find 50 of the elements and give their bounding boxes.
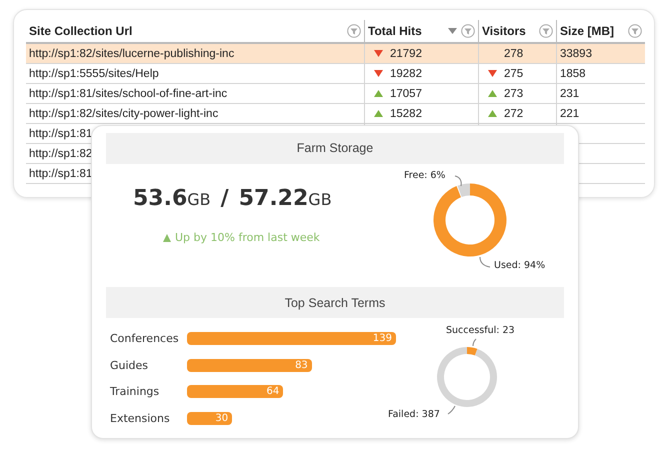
chart-label: Free: 6% xyxy=(404,170,446,181)
category-label: Guides xyxy=(110,358,150,372)
table-cell: 221 xyxy=(560,108,580,120)
table-cell: 21792 xyxy=(390,48,422,60)
bar: 83 xyxy=(187,358,312,372)
data-label: 83 xyxy=(295,360,309,370)
table-cell: 19282 xyxy=(390,68,422,80)
data-label: 64 xyxy=(266,386,280,397)
table-cell: http://sp1:5555/sites/Help xyxy=(29,68,159,80)
bar: 64 xyxy=(187,385,284,398)
table-cell: 15282 xyxy=(390,108,422,120)
table-cell: http://sp1:81/sites/school-of-fine-art-inc xyxy=(29,88,228,100)
data-label: 139 xyxy=(372,333,393,344)
filter-icon[interactable] xyxy=(347,24,361,38)
table-cell: 275 xyxy=(504,68,524,80)
leader-line xyxy=(480,256,490,268)
table-cell: 17057 xyxy=(390,88,422,100)
filter-icon[interactable] xyxy=(461,24,475,38)
table-row[interactable]: http://sp1:81/sites/school-of-fine-art-inc 17057 273 231 xyxy=(26,84,645,104)
table-cell: 278 xyxy=(504,48,524,60)
section-title: Top Search Terms xyxy=(284,296,386,310)
table-cell: http://sp1:82 xyxy=(29,148,92,160)
table-row[interactable]: http://sp1:5555/sites/Help 19282 275 1858 xyxy=(26,64,645,84)
table-cell: 33893 xyxy=(560,48,592,60)
table-cell: http://sp1:81 xyxy=(29,128,92,140)
bar: 30 xyxy=(187,412,232,424)
bar: 139 xyxy=(187,332,396,345)
filter-icon[interactable] xyxy=(539,24,553,38)
data-label: 30 xyxy=(215,412,230,424)
table-cell: 231 xyxy=(560,88,580,100)
table-cell: http://sp1:82/sites/city-power-light-inc xyxy=(29,108,218,120)
table-cell: 1858 xyxy=(560,68,586,80)
table-cell: 273 xyxy=(504,88,524,100)
leader-line xyxy=(472,338,476,346)
table-row[interactable]: http://sp1:82/sites/city-power-light-inc 15282 272 221 xyxy=(26,104,645,124)
category-label: Conferences xyxy=(110,332,180,345)
storage-total: 53.6GB / 57.22GB xyxy=(133,186,333,211)
filter-icon[interactable] xyxy=(628,24,642,38)
trend-text: Up by 10% from last week xyxy=(175,231,320,244)
leader-line xyxy=(448,406,456,414)
chart-label: Successful: 23 xyxy=(446,325,515,336)
category-label: Extensions xyxy=(110,412,171,424)
chart-label: Failed: 387 xyxy=(388,409,440,420)
leader-line xyxy=(454,175,462,186)
table-cell: http://sp1:82/sites/lucerne-publishing-inc xyxy=(29,48,234,60)
table-cell: http://sp1:81 xyxy=(29,168,92,180)
table-cell: 272 xyxy=(504,108,524,120)
category-label: Trainings xyxy=(110,385,160,398)
section-title: Farm Storage xyxy=(296,141,374,156)
chart-label: Used: 94% xyxy=(494,260,546,271)
